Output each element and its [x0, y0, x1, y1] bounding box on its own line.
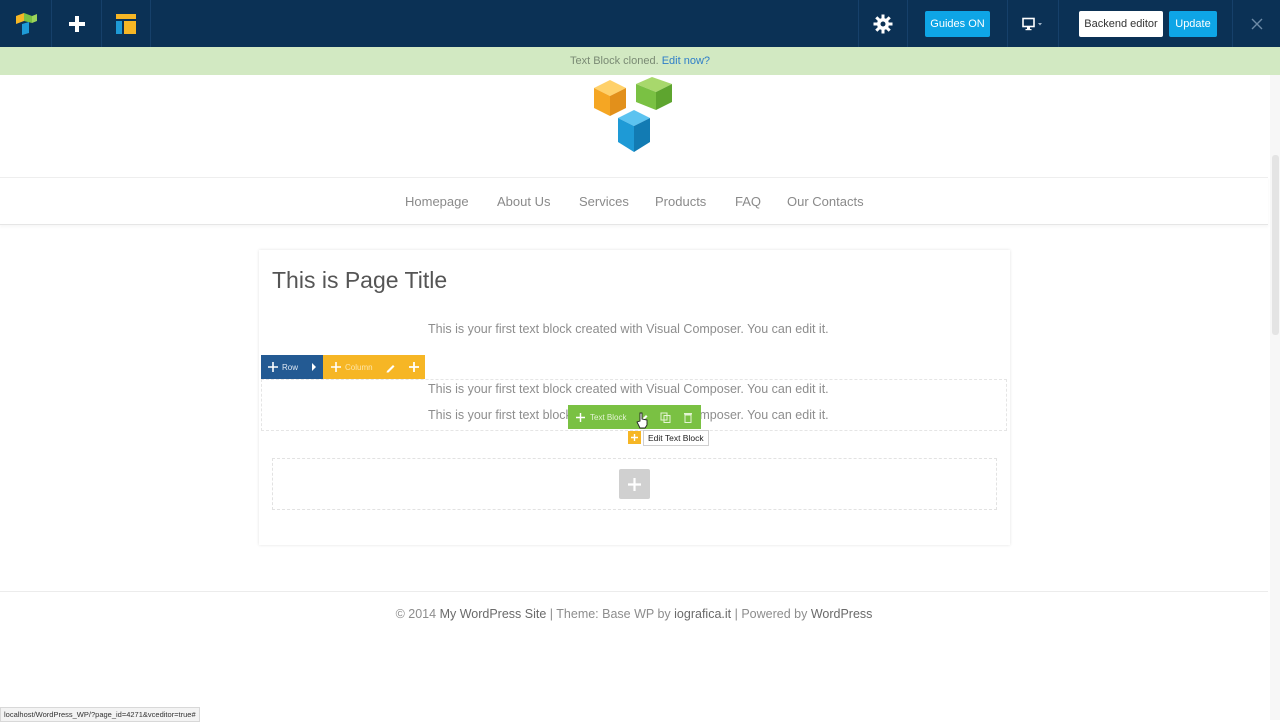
- nav-item-our-contacts[interactable]: Our Contacts: [787, 194, 864, 209]
- vc-logo-icon[interactable]: [0, 0, 51, 47]
- nav-item-services[interactable]: Services: [579, 194, 629, 209]
- plus-icon: [628, 477, 641, 491]
- templates-icon[interactable]: [102, 0, 150, 47]
- text-block-move-icon[interactable]: [576, 412, 585, 422]
- mouse-pointer-icon: [636, 412, 649, 434]
- nav-item-faq[interactable]: FAQ: [735, 194, 761, 209]
- footer-theme-text: | Theme: Base WP by: [546, 607, 675, 621]
- add-element-button[interactable]: [619, 469, 650, 499]
- edit-now-link[interactable]: Edit now?: [662, 55, 710, 67]
- edit-text-block-tooltip: Edit Text Block: [643, 430, 709, 446]
- footer-divider: [0, 591, 1268, 592]
- nav-item-products[interactable]: Products: [655, 194, 706, 209]
- page-title: This is Page Title: [272, 267, 448, 293]
- row-move-icon[interactable]: [268, 362, 278, 372]
- footer-copyright: © 2014: [395, 607, 437, 621]
- update-button[interactable]: Update: [1169, 11, 1217, 37]
- add-element-icon[interactable]: [52, 0, 101, 47]
- text-block-clone-icon[interactable]: [660, 412, 671, 423]
- text-block[interactable]: This is your first text block created wi…: [428, 322, 829, 336]
- settings-gear-icon[interactable]: [859, 0, 907, 47]
- column-add-icon[interactable]: [408, 362, 419, 372]
- guides-toggle-button[interactable]: Guides ON: [925, 11, 990, 37]
- vertical-scrollbar[interactable]: [1270, 75, 1280, 720]
- text-block-label: Text Block: [590, 412, 627, 422]
- row-controls: Row: [261, 355, 323, 379]
- site-logo[interactable]: [592, 76, 676, 156]
- column-label: Column: [345, 362, 373, 372]
- column-edit-pencil-icon[interactable]: [385, 362, 396, 373]
- close-icon[interactable]: [1233, 0, 1280, 47]
- scrollbar-thumb[interactable]: [1272, 155, 1279, 335]
- footer-author-link[interactable]: iografica.it: [674, 607, 731, 621]
- row-expand-arrow-icon[interactable]: [311, 363, 317, 371]
- backend-editor-button[interactable]: Backend editor: [1079, 11, 1163, 37]
- footer-credits: © 2014 My WordPress Site | Theme: Base W…: [0, 607, 1268, 621]
- desktop-monitor-icon: [1022, 17, 1042, 30]
- editor-toolbar: Guides ON Backend editor Update: [0, 0, 1280, 47]
- text-block[interactable]: This is your first text block created wi…: [428, 382, 829, 396]
- footer-wordpress-link[interactable]: WordPress: [811, 607, 873, 621]
- text-block-controls: Text Block: [568, 405, 701, 429]
- main-navigation: Homepage About Us Services Products FAQ …: [0, 177, 1268, 225]
- column-move-icon[interactable]: [331, 362, 341, 372]
- row-label: Row: [282, 362, 299, 372]
- responsive-view-dropdown[interactable]: [1008, 0, 1058, 47]
- nav-item-about-us[interactable]: About Us: [497, 194, 550, 209]
- footer-powered-text: | Powered by: [731, 607, 811, 621]
- nav-item-homepage[interactable]: Homepage: [405, 194, 469, 209]
- clone-notice-bar: Text Block cloned. Edit now?: [0, 47, 1280, 75]
- column-controls: Column: [323, 355, 425, 379]
- notice-message: Text Block cloned.: [569, 55, 659, 67]
- footer-site-link[interactable]: My WordPress Site: [440, 607, 547, 621]
- text-block-delete-trash-icon[interactable]: [683, 412, 693, 423]
